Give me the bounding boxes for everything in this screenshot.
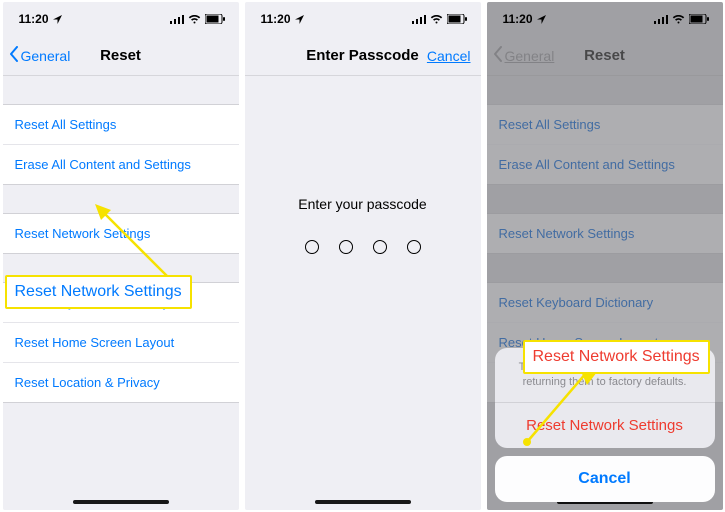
cancel-button[interactable]: Cancel [427, 48, 471, 64]
wifi-icon [430, 15, 443, 24]
settings-group: Reset All Settings Erase All Content and… [3, 104, 239, 185]
back-button[interactable]: General [9, 46, 71, 65]
annotation-callout: Reset Network Settings [5, 275, 192, 309]
status-bar: 11:20 [3, 2, 239, 36]
reset-home-screen-layout-row[interactable]: Reset Home Screen Layout [3, 322, 239, 362]
status-bar: 11:20 [245, 2, 481, 36]
cellular-signal-icon [170, 15, 184, 24]
passcode-dot [305, 240, 319, 254]
annotation-arrow [517, 367, 617, 457]
passcode-dot [339, 240, 353, 254]
home-indicator[interactable] [315, 500, 411, 504]
page-title: Enter Passcode [306, 47, 419, 64]
page-title: Reset [100, 47, 141, 64]
passcode-dot [407, 240, 421, 254]
passcode-dot [373, 240, 387, 254]
status-time: 11:20 [19, 12, 49, 26]
screen-reset-confirm: 11:20 General Reset Reset [487, 2, 723, 510]
battery-icon [205, 14, 225, 24]
wifi-icon [188, 15, 201, 24]
passcode-area: Enter your passcode [245, 196, 481, 254]
passcode-prompt: Enter your passcode [245, 196, 481, 212]
screen-enter-passcode: 11:20 Enter Passcode Cancel Enter your p… [245, 2, 481, 510]
reset-location-privacy-row[interactable]: Reset Location & Privacy [3, 362, 239, 402]
passcode-dots[interactable] [245, 240, 481, 254]
action-sheet-cancel-button[interactable]: Cancel [495, 456, 715, 502]
reset-all-settings-row[interactable]: Reset All Settings [3, 105, 239, 144]
screen-reset-settings: 11:20 General Reset Reset [3, 2, 239, 510]
chevron-left-icon [9, 46, 19, 65]
erase-all-content-row[interactable]: Erase All Content and Settings [3, 144, 239, 184]
annotation-callout: Reset Network Settings [523, 340, 710, 374]
home-indicator[interactable] [73, 500, 169, 504]
cellular-signal-icon [412, 15, 426, 24]
location-icon [295, 15, 304, 24]
nav-bar: Enter Passcode Cancel [245, 36, 481, 76]
back-label: General [21, 48, 71, 64]
status-time: 11:20 [261, 12, 291, 26]
location-icon [53, 15, 62, 24]
battery-icon [447, 14, 467, 24]
nav-bar: General Reset [3, 36, 239, 76]
